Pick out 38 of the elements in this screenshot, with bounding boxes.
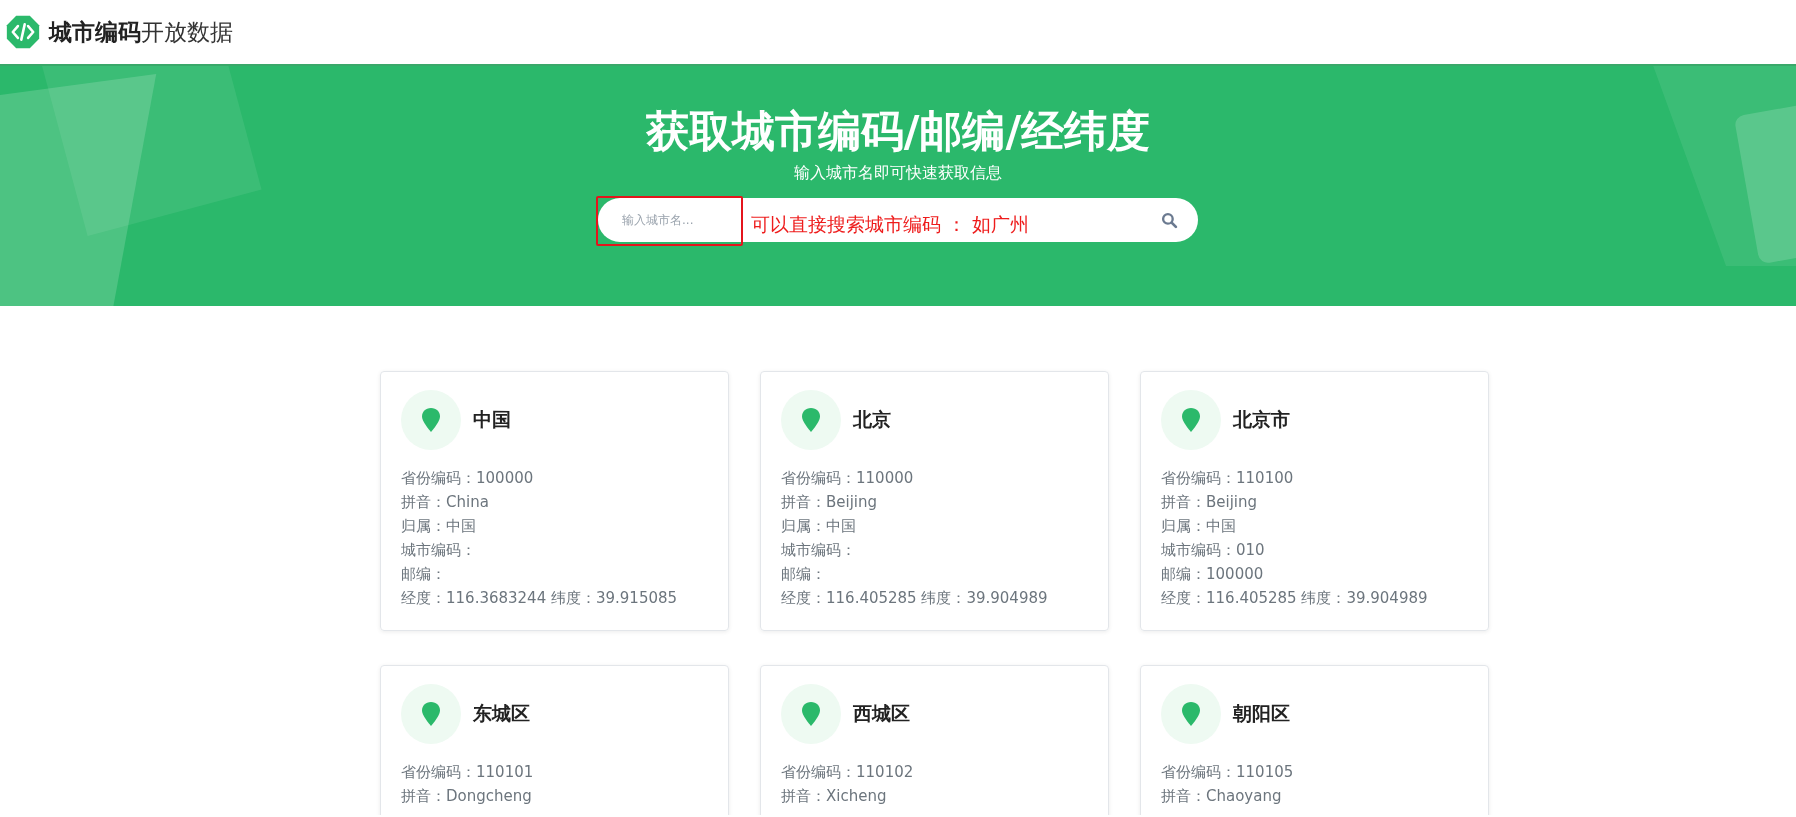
- city-info-text: 经度：116.3683244 纬度：39.915085: [401, 588, 679, 609]
- brand-name[interactable]: 城市编码: [49, 18, 141, 45]
- city-info-text: 邮编：: [401, 564, 447, 585]
- city-info-text: 城市编码：: [781, 540, 857, 561]
- hero-title: 获取城市编码/邮编/经纬度: [645, 108, 1151, 156]
- city-info-text: 归属：中国: [1161, 516, 1237, 537]
- city-info-text: 经度：116.405285 纬度：39.904989: [1161, 588, 1429, 609]
- city-info-text: 拼音：Beijing: [1161, 492, 1259, 513]
- city-info-text: 省份编码：110105: [1161, 762, 1295, 783]
- city-info-text: 城市编码：010: [1161, 540, 1266, 561]
- brand-subtitle: 开放数据: [141, 18, 233, 45]
- city-name: 东城区: [473, 701, 530, 726]
- city-name: 北京市: [1233, 407, 1290, 432]
- city-info-text: 拼音：Dongcheng: [401, 786, 533, 807]
- city-info-text: 拼音：Xicheng: [781, 786, 888, 807]
- city-name: 朝阳区: [1233, 701, 1290, 726]
- code-logo-icon: [6, 15, 40, 49]
- city-info-text: 拼音：China: [401, 492, 490, 513]
- search-field[interactable]: 输入城市名...: [622, 213, 727, 228]
- city-info-text: 经度：116.405285 纬度：39.904989: [781, 588, 1049, 609]
- city-info-text: 归属：中国: [781, 516, 857, 537]
- city-name: 西城区: [853, 701, 910, 726]
- annotation-text: 可以直接搜索城市编码 ： 如广州: [751, 212, 1031, 238]
- city-info-text: 省份编码：110102: [781, 762, 915, 783]
- city-info-text: 省份编码：110101: [401, 762, 535, 783]
- city-name: 北京: [853, 407, 891, 432]
- city-info-text: 省份编码：110100: [1161, 468, 1295, 489]
- city-name: 中国: [473, 407, 511, 432]
- city-info-text: 城市编码：: [401, 540, 477, 561]
- hero-subtitle: 输入城市名即可快速获取信息: [794, 163, 1002, 185]
- city-info-text: 邮编：100000: [1161, 564, 1265, 585]
- city-info-text: 邮编：: [781, 564, 827, 585]
- city-info-text: 归属：中国: [401, 516, 477, 537]
- city-info-text: 省份编码：100000: [401, 468, 535, 489]
- city-info-text: 省份编码：110000: [781, 468, 915, 489]
- city-info-text: 拼音：Beijing: [781, 492, 879, 513]
- city-info-text: 拼音：Chaoyang: [1161, 786, 1283, 807]
- search-icon[interactable]: [1161, 211, 1178, 229]
